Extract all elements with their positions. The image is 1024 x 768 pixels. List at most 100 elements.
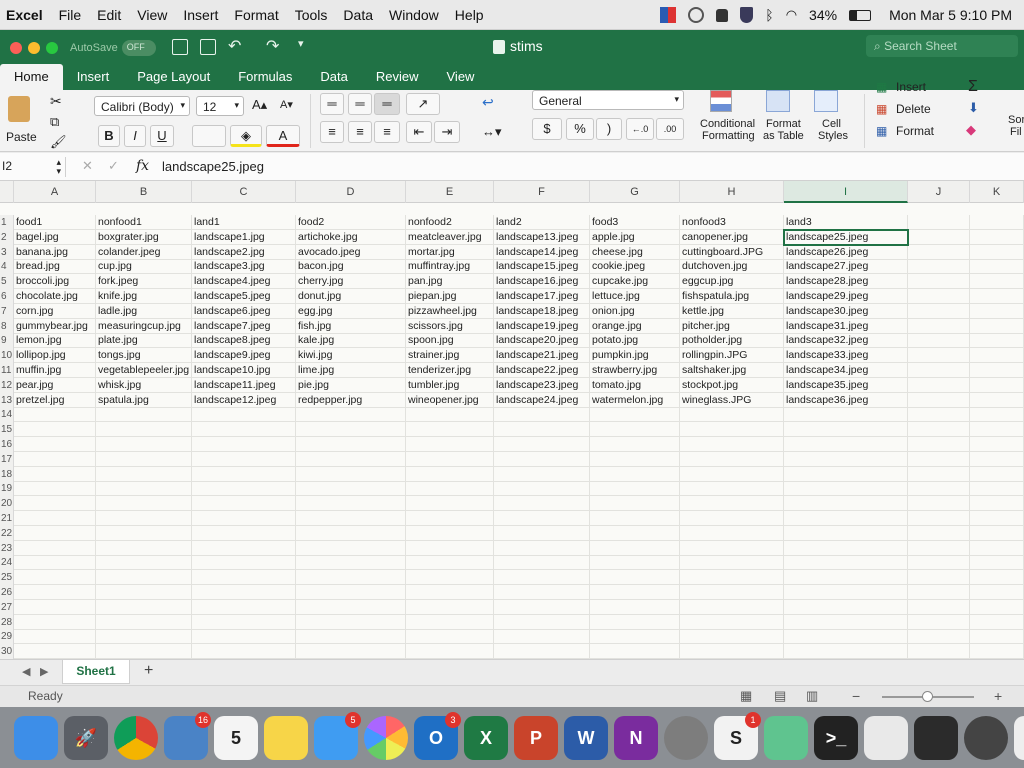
dock-acrobat-icon[interactable] bbox=[914, 715, 958, 760]
dock-launchpad-icon[interactable]: 🚀 bbox=[64, 715, 108, 760]
cell-b14[interactable] bbox=[96, 407, 192, 423]
close-window-button[interactable] bbox=[10, 42, 22, 54]
cell-b19[interactable] bbox=[96, 481, 192, 497]
cell-c28[interactable] bbox=[192, 614, 296, 630]
tab-review[interactable]: Review bbox=[362, 64, 433, 90]
cell-a4[interactable]: bread.jpg bbox=[14, 259, 96, 275]
align-center-button[interactable]: ≡ bbox=[348, 121, 372, 143]
conditional-formatting-label-1[interactable]: Conditional bbox=[700, 118, 755, 130]
autosum-icon[interactable]: Σ bbox=[968, 78, 978, 96]
cell-k10[interactable] bbox=[970, 348, 1024, 364]
cell-d4[interactable]: bacon.jpg bbox=[296, 259, 406, 275]
cell-e17[interactable] bbox=[406, 451, 494, 467]
cell-i9[interactable]: landscape32.jpeg bbox=[784, 333, 908, 349]
cell-i13[interactable]: landscape36.jpeg bbox=[784, 392, 908, 408]
cell-k19[interactable] bbox=[970, 481, 1024, 497]
align-middle-button[interactable]: ═ bbox=[348, 93, 372, 115]
cell-a1[interactable]: food1 bbox=[14, 215, 96, 230]
cell-h13[interactable]: wineglass.JPG bbox=[680, 392, 784, 408]
borders-button[interactable] bbox=[192, 125, 226, 147]
cell-g27[interactable] bbox=[590, 599, 680, 615]
cell-a26[interactable] bbox=[14, 585, 96, 600]
cell-h21[interactable] bbox=[680, 511, 784, 526]
font-name-dropdown[interactable]: Calibri (Body) ▾ bbox=[94, 96, 190, 116]
cell-c2[interactable]: landscape1.jpg bbox=[192, 229, 296, 245]
cell-h20[interactable] bbox=[680, 496, 784, 512]
cell-d24[interactable] bbox=[296, 555, 406, 571]
cell-i14[interactable] bbox=[784, 407, 908, 423]
dock-terminal-icon[interactable]: >_ bbox=[814, 715, 858, 760]
normal-view-icon[interactable]: ▦ bbox=[740, 688, 752, 704]
cell-h10[interactable]: rollingpin.JPG bbox=[680, 348, 784, 364]
decrease-font-size-icon[interactable]: A▾ bbox=[280, 98, 293, 111]
scroll-sheets-right-icon[interactable]: ▶ bbox=[40, 665, 48, 678]
cell-h6[interactable]: fishspatula.jpg bbox=[680, 289, 784, 304]
cell-d18[interactable] bbox=[296, 466, 406, 482]
cell-g30[interactable] bbox=[590, 644, 680, 659]
cell-b6[interactable]: knife.jpg bbox=[96, 289, 192, 304]
menu-window[interactable]: Window bbox=[389, 7, 439, 23]
wifi-icon[interactable]: ◠ bbox=[786, 7, 797, 23]
cell-j19[interactable] bbox=[908, 481, 970, 497]
column-header-i[interactable]: I bbox=[784, 181, 908, 203]
cell-i23[interactable] bbox=[784, 540, 908, 556]
cell-g7[interactable]: onion.jpg bbox=[590, 303, 680, 319]
cell-g9[interactable]: potato.jpg bbox=[590, 333, 680, 349]
cell-a7[interactable]: corn.jpg bbox=[14, 303, 96, 319]
format-painter-icon[interactable]: 🖌 bbox=[50, 134, 67, 150]
dock-notes-icon[interactable] bbox=[264, 715, 308, 760]
cell-a5[interactable]: broccoli.jpg bbox=[14, 274, 96, 290]
cell-j15[interactable] bbox=[908, 422, 970, 438]
cell-f2[interactable]: landscape13.jpeg bbox=[494, 229, 590, 245]
cell-e26[interactable] bbox=[406, 585, 494, 600]
cell-k26[interactable] bbox=[970, 585, 1024, 600]
cell-g6[interactable]: lettuce.jpg bbox=[590, 289, 680, 304]
cell-i22[interactable] bbox=[784, 525, 908, 541]
cell-f8[interactable]: landscape19.jpeg bbox=[494, 318, 590, 334]
format-as-table-icon[interactable] bbox=[766, 90, 790, 112]
dock-screensaver-icon[interactable] bbox=[964, 715, 1008, 760]
align-left-button[interactable]: ≡ bbox=[320, 121, 344, 143]
cell-f9[interactable]: landscape20.jpeg bbox=[494, 333, 590, 349]
cell-a20[interactable] bbox=[14, 496, 96, 512]
cell-d22[interactable] bbox=[296, 525, 406, 541]
cell-d12[interactable]: pie.jpg bbox=[296, 377, 406, 393]
cell-d29[interactable] bbox=[296, 629, 406, 645]
cell-d11[interactable]: lime.jpg bbox=[296, 363, 406, 378]
dock-finder-icon[interactable] bbox=[14, 715, 58, 760]
dock-onenote-icon[interactable]: N bbox=[614, 715, 658, 760]
tab-page-layout[interactable]: Page Layout bbox=[123, 64, 224, 90]
cell-b9[interactable]: plate.jpg bbox=[96, 333, 192, 349]
cell-j17[interactable] bbox=[908, 451, 970, 467]
cell-j16[interactable] bbox=[908, 437, 970, 452]
cell-a30[interactable] bbox=[14, 644, 96, 659]
cell-a6[interactable]: chocolate.jpg bbox=[14, 289, 96, 304]
cell-c14[interactable] bbox=[192, 407, 296, 423]
cell-i28[interactable] bbox=[784, 614, 908, 630]
zoom-slider-thumb[interactable] bbox=[922, 691, 933, 702]
cell-i21[interactable] bbox=[784, 511, 908, 526]
cell-g20[interactable] bbox=[590, 496, 680, 512]
cell-b11[interactable]: vegetablepeeler.jpg bbox=[96, 363, 192, 378]
zoom-out-button[interactable]: − bbox=[852, 688, 860, 704]
cell-d28[interactable] bbox=[296, 614, 406, 630]
sort-filter-label-2[interactable]: Fil bbox=[1010, 126, 1022, 138]
dock-system-preferences-icon[interactable] bbox=[664, 715, 708, 760]
cell-c29[interactable] bbox=[192, 629, 296, 645]
tab-view[interactable]: View bbox=[433, 64, 489, 90]
cell-c23[interactable] bbox=[192, 540, 296, 556]
currency-button[interactable]: $ bbox=[532, 118, 562, 140]
menu-file[interactable]: File bbox=[59, 7, 82, 23]
cell-h11[interactable]: saltshaker.jpg bbox=[680, 363, 784, 378]
cell-e14[interactable] bbox=[406, 407, 494, 423]
cell-b7[interactable]: ladle.jpg bbox=[96, 303, 192, 319]
cell-a24[interactable] bbox=[14, 555, 96, 571]
cell-j1[interactable] bbox=[908, 215, 970, 230]
cell-i25[interactable] bbox=[784, 570, 908, 586]
cancel-entry-icon[interactable]: ✕ bbox=[82, 158, 93, 174]
cell-e7[interactable]: pizzawheel.jpg bbox=[406, 303, 494, 319]
confirm-entry-icon[interactable]: ✓ bbox=[108, 158, 119, 174]
cell-j6[interactable] bbox=[908, 289, 970, 304]
cell-h12[interactable]: stockpot.jpg bbox=[680, 377, 784, 393]
column-header-f[interactable]: F bbox=[494, 181, 590, 203]
